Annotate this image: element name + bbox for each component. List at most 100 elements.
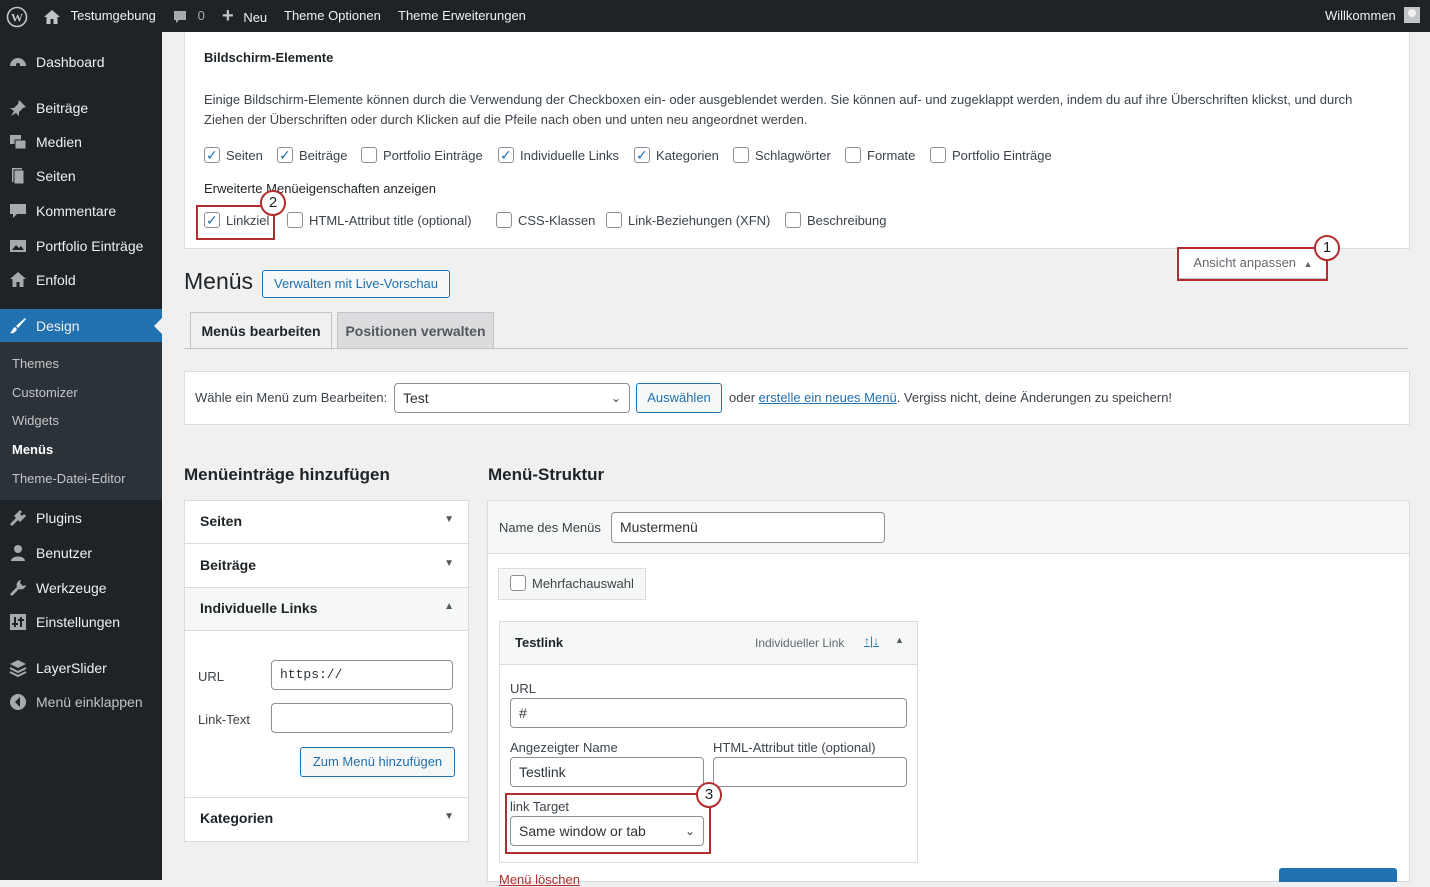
sidebar-item-users[interactable]: Benutzer <box>0 536 162 570</box>
select-menu-label: Wähle ein Menü zum Bearbeiten: <box>195 390 388 405</box>
arrow-down-icon: ▼ <box>444 558 454 569</box>
checkbox-box[interactable] <box>845 147 861 163</box>
checkbox-tags[interactable]: Schlagwörter <box>733 146 831 166</box>
checkbox-posts[interactable]: Beiträge <box>277 145 347 166</box>
submenu-item-themes[interactable]: Themes <box>12 354 59 374</box>
submenu-item-menus[interactable]: Menüs <box>12 440 53 460</box>
page-title: Menüs <box>184 268 254 294</box>
site-name: Testumgebung <box>70 8 156 23</box>
checkbox-box[interactable] <box>634 145 650 165</box>
tab-divider <box>184 348 1408 349</box>
sidebar-item-comments[interactable]: Kommentare <box>0 194 162 228</box>
callout-number-1: 1 <box>1314 235 1340 261</box>
sidebar-item-layerslider[interactable]: LayerSlider <box>0 651 162 685</box>
checkbox-title-attribute[interactable]: HTML-Attribut title (optional) <box>287 211 472 231</box>
move-arrows-icon[interactable]: ↑|↓ <box>864 634 879 648</box>
custom-link-text-input[interactable] <box>271 703 453 733</box>
add-items-accordion: Seiten ▼ Beiträge ▼ Individuelle Links ▲… <box>184 500 469 842</box>
sidebar-item-media[interactable]: Medien <box>0 125 162 159</box>
sidebar-item-dashboard[interactable]: Dashboard <box>0 45 162 79</box>
callout-highlight-1 <box>1177 247 1328 281</box>
checkbox-portfolio-2[interactable]: Portfolio Einträge <box>930 146 1052 166</box>
checkbox-box[interactable] <box>606 212 622 228</box>
checkbox-box[interactable] <box>785 212 801 228</box>
collapse-icon <box>10 694 26 710</box>
new-content-link[interactable]: + Neu <box>222 0 267 32</box>
portfolio-icon <box>10 240 26 252</box>
custom-link-url-label: URL <box>198 669 225 684</box>
sidebar-item-plugins[interactable]: Plugins <box>0 501 162 535</box>
page-icon <box>12 168 25 185</box>
checkbox-pages[interactable]: Seiten <box>204 145 263 166</box>
brush-icon <box>10 318 26 334</box>
custom-link-text-label: Link-Text <box>198 712 251 727</box>
tab-manage-locations[interactable]: Positionen verwalten <box>337 312 494 349</box>
svg-text:W: W <box>11 10 23 24</box>
user-icon <box>11 545 25 561</box>
submenu-item-widgets[interactable]: Widgets <box>12 411 59 431</box>
checkbox-box[interactable] <box>287 212 303 228</box>
submenu-item-customizer[interactable]: Customizer <box>12 383 78 403</box>
theme-options-link[interactable]: Theme Optionen <box>284 0 381 32</box>
checkbox-box[interactable] <box>930 147 946 163</box>
sidebar-item-tools[interactable]: Werkzeuge <box>0 571 162 605</box>
checkbox-xfn[interactable]: Link-Beziehungen (XFN) <box>606 211 770 231</box>
checkbox-box[interactable] <box>733 147 749 163</box>
tab-edit-menus[interactable]: Menüs bearbeiten <box>190 312 332 350</box>
theme-extensions-link[interactable]: Theme Erweiterungen <box>398 0 526 32</box>
design-submenu: Themes Customizer Widgets Menüs Theme-Da… <box>0 342 162 500</box>
checkbox-box[interactable] <box>496 212 512 228</box>
arrow-up-icon[interactable]: ▲ <box>895 635 904 645</box>
sidebar-item-enfold[interactable]: Enfold <box>0 263 162 297</box>
comments-link[interactable]: 0 <box>172 0 205 32</box>
live-preview-button[interactable]: Verwalten mit Live-Vorschau <box>262 270 450 298</box>
callout-highlight-3 <box>505 793 711 854</box>
accordion-custom-links[interactable]: Individuelle Links ▲ <box>185 588 468 631</box>
checkbox-box[interactable] <box>498 145 514 165</box>
chevron-down-icon: ⌄ <box>610 391 621 405</box>
menu-item-handle[interactable]: Testlink Individueller Link ↑|↓ ▲ <box>500 622 917 665</box>
checkbox-box[interactable] <box>361 147 377 163</box>
checkbox-box[interactable] <box>277 145 293 165</box>
admin-bar: W Testumgebung 0 + Neu Theme Optionen Th… <box>0 0 1430 32</box>
checkbox-formats[interactable]: Formate <box>845 146 915 166</box>
screen-options-panel: Bildschirm-Elemente Einige Bildschirm-El… <box>184 32 1410 249</box>
menu-item-title: Testlink <box>515 635 564 650</box>
callout-number-3: 3 <box>696 782 722 808</box>
menu-name-input[interactable]: Mustermenü <box>611 512 885 543</box>
sidebar-item-posts[interactable]: Beiträge <box>0 91 162 125</box>
sidebar-item-design[interactable]: Design <box>0 309 162 343</box>
checkbox-box[interactable] <box>510 575 526 591</box>
create-new-menu-link[interactable]: erstelle ein neues Menü <box>759 390 897 405</box>
checkbox-description[interactable]: Beschreibung <box>785 211 887 231</box>
sidebar-item-portfolio[interactable]: Portfolio Einträge <box>0 229 162 263</box>
item-title-attr-input[interactable] <box>713 757 907 787</box>
account-menu[interactable]: Willkommen <box>1325 0 1421 32</box>
checkbox-portfolio[interactable]: Portfolio Einträge <box>361 146 483 166</box>
checkbox-custom-links[interactable]: Individuelle Links <box>498 145 619 166</box>
callout-number-2: 2 <box>260 190 286 216</box>
menu-select[interactable]: Test ⌄ <box>394 383 630 413</box>
submenu-item-theme-editor[interactable]: Theme-Datei-Editor <box>12 469 125 489</box>
item-url-input[interactable]: # <box>510 698 907 728</box>
site-name-link[interactable]: Testumgebung <box>43 0 156 32</box>
home-icon <box>44 9 60 24</box>
sidebar-collapse-button[interactable]: Menü einklappen <box>0 685 162 719</box>
sidebar-item-settings[interactable]: Einstellungen <box>0 605 162 639</box>
checkbox-css-classes[interactable]: CSS-Klassen <box>496 211 595 231</box>
advanced-properties-title: Erweiterte Menüeigenschaften anzeigen <box>204 181 436 196</box>
accordion-posts[interactable]: Beiträge ▼ <box>185 545 468 588</box>
accordion-categories[interactable]: Kategorien ▼ <box>185 797 468 840</box>
bulk-select-toggle[interactable]: Mehrfachauswahl <box>498 568 646 600</box>
checkbox-box[interactable] <box>204 145 220 165</box>
checkbox-categories[interactable]: Kategorien <box>634 145 719 166</box>
arrow-up-icon: ▲ <box>444 601 454 612</box>
add-to-menu-button[interactable]: Zum Menü hinzufügen <box>300 747 455 777</box>
select-menu-button[interactable]: Auswählen <box>636 383 722 413</box>
wordpress-logo-icon[interactable]: W <box>6 0 28 32</box>
item-title-attr-label: HTML-Attribut title (optional) <box>713 740 876 755</box>
item-nav-input[interactable]: Testlink <box>510 757 704 787</box>
custom-link-url-input[interactable]: https:// <box>271 660 453 690</box>
accordion-pages[interactable]: Seiten ▼ <box>185 501 468 544</box>
sidebar-item-pages[interactable]: Seiten <box>0 159 162 193</box>
